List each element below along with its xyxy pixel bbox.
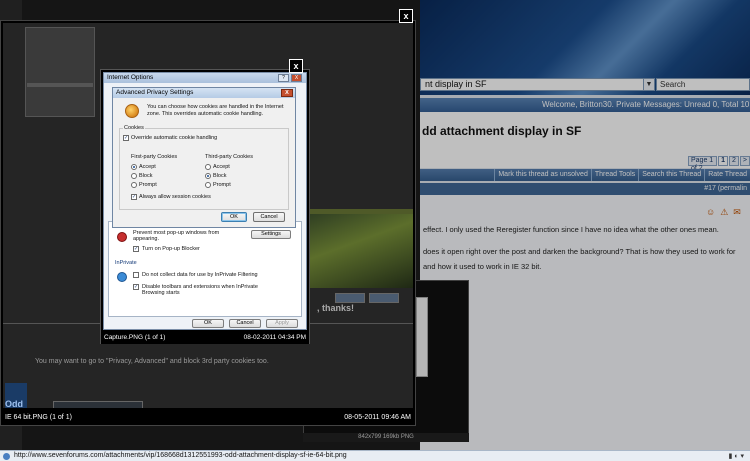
internet-options-dialog: Internet Options ? X Prevent most pop-up… bbox=[103, 72, 307, 330]
option-label: Prompt bbox=[213, 182, 231, 188]
privacy-tab-panel: Prevent most pop-up windows from appeari… bbox=[108, 221, 302, 317]
third-party-accept[interactable]: Accept bbox=[205, 164, 230, 170]
lightbox-inner-timestamp: 08-02-2011 04:34 PM bbox=[243, 334, 306, 341]
advanced-privacy-title: Advanced Privacy Settings bbox=[113, 88, 295, 98]
option-label: Block bbox=[139, 173, 153, 179]
ghost-button bbox=[369, 293, 399, 303]
status-right-icons: ▮ ◐ ▾ bbox=[728, 453, 744, 460]
ghost-dialog-panel bbox=[25, 27, 95, 117]
popup-text: Prevent most pop-up windows from appeari… bbox=[133, 230, 243, 242]
status-url: http://www.sevenforums.com/attachments/v… bbox=[14, 452, 347, 459]
first-party-accept[interactable]: Accept bbox=[131, 164, 156, 170]
option-label: Block bbox=[213, 173, 227, 179]
ok-button[interactable]: OK bbox=[221, 212, 247, 222]
close-icon[interactable]: X bbox=[281, 89, 293, 97]
inprivate-icon bbox=[117, 272, 127, 282]
close-icon[interactable]: X bbox=[291, 74, 302, 82]
inprivate-filter-checkbox[interactable] bbox=[133, 272, 139, 278]
third-party-block-radio[interactable] bbox=[205, 173, 211, 179]
inprivate-toolbars-row[interactable]: Disable toolbars and extensions when InP… bbox=[133, 284, 282, 296]
first-party-label: First-party Cookies bbox=[131, 154, 178, 160]
cancel-button[interactable]: Cancel bbox=[253, 212, 285, 222]
lightbox-inner-caption: Capture.PNG (1 of 1) bbox=[104, 334, 166, 341]
lightbox-inner-caption-bar: Capture.PNG (1 of 1) 08-02-2011 04:34 PM bbox=[101, 332, 309, 344]
settings-button[interactable]: Settings bbox=[251, 230, 291, 239]
third-party-prompt[interactable]: Prompt bbox=[205, 182, 231, 188]
third-party-label: Third-party Cookies bbox=[205, 154, 253, 160]
ghost-button bbox=[335, 293, 365, 303]
browser-status-bar: http://www.sevenforums.com/attachments/v… bbox=[0, 450, 750, 461]
help-icon[interactable]: ? bbox=[278, 74, 289, 82]
lightbox-inner-close-button[interactable]: x bbox=[289, 59, 303, 73]
session-cookies-checkbox[interactable] bbox=[131, 194, 137, 200]
globe-icon bbox=[3, 453, 10, 460]
override-row[interactable]: Override automatic cookie handling bbox=[123, 135, 217, 141]
lightbox-outer-caption: IE 64 bit.PNG (1 of 1) bbox=[5, 414, 72, 421]
ghost-thumbnail bbox=[53, 401, 143, 408]
ghost-divider bbox=[27, 83, 93, 87]
first-party-prompt-radio[interactable] bbox=[131, 182, 137, 188]
popup-text-label: Prevent most pop-up windows from appeari… bbox=[133, 230, 220, 242]
cookies-group-label: Cookies bbox=[123, 125, 145, 131]
inprivate-heading: InPrivate bbox=[115, 260, 137, 266]
inprivate-filter-row[interactable]: Do not collect data for use by InPrivate… bbox=[133, 272, 258, 278]
advanced-privacy-dialog: Advanced Privacy Settings X You can choo… bbox=[112, 87, 296, 228]
inprivate-toolbars-checkbox[interactable] bbox=[133, 284, 139, 290]
override-checkbox[interactable] bbox=[123, 135, 129, 141]
third-party-prompt-radio[interactable] bbox=[205, 182, 211, 188]
session-cookies-label: Always allow session cookies bbox=[139, 194, 211, 200]
popup-blocker-row[interactable]: Turn on Pop-up Blocker bbox=[133, 246, 200, 252]
block-icon bbox=[117, 232, 127, 242]
first-party-accept-radio[interactable] bbox=[131, 164, 137, 170]
ok-button[interactable]: OK bbox=[192, 319, 224, 328]
internet-options-title: Internet Options bbox=[104, 73, 306, 83]
override-label: Override automatic cookie handling bbox=[131, 135, 218, 141]
popup-blocker-label: Turn on Pop-up Blocker bbox=[142, 246, 200, 252]
lightbox-inner: Internet Options ? X Prevent most pop-up… bbox=[100, 69, 310, 344]
ghost-logo: Odd bbox=[5, 383, 27, 408]
third-party-accept-radio[interactable] bbox=[205, 164, 211, 170]
first-party-block-radio[interactable] bbox=[131, 173, 137, 179]
inprivate-filter-label: Do not collect data for use by InPrivate… bbox=[142, 272, 258, 278]
apply-button[interactable]: Apply bbox=[266, 319, 298, 328]
option-label: Accept bbox=[139, 164, 156, 170]
option-label: Accept bbox=[213, 164, 230, 170]
popup-blocker-checkbox[interactable] bbox=[133, 246, 139, 252]
cancel-button[interactable]: Cancel bbox=[229, 319, 261, 328]
privacy-eye-icon bbox=[125, 104, 139, 118]
advanced-privacy-intro: You can choose how cookies are handled i… bbox=[147, 104, 284, 117]
lightbox-outer-timestamp: 08-05-2011 09:46 AM bbox=[344, 414, 411, 421]
ghost-reply-text: You may want to go to "Privacy, Advanced… bbox=[35, 358, 269, 365]
third-party-block[interactable]: Block bbox=[205, 173, 226, 179]
inprivate-toolbars-label: Disable toolbars and extensions when InP… bbox=[142, 284, 258, 296]
ghost-image bbox=[306, 214, 413, 288]
lightbox-outer-close-button[interactable]: x bbox=[399, 9, 413, 23]
option-label: Prompt bbox=[139, 182, 157, 188]
first-party-prompt[interactable]: Prompt bbox=[131, 182, 157, 188]
first-party-block[interactable]: Block bbox=[131, 173, 152, 179]
ghost-thanks-text: , thanks! bbox=[317, 303, 355, 313]
session-cookies-row[interactable]: Always allow session cookies bbox=[131, 194, 211, 200]
lightbox-outer-caption-bar: IE 64 bit.PNG (1 of 1) 08-05-2011 09:46 … bbox=[1, 410, 415, 425]
